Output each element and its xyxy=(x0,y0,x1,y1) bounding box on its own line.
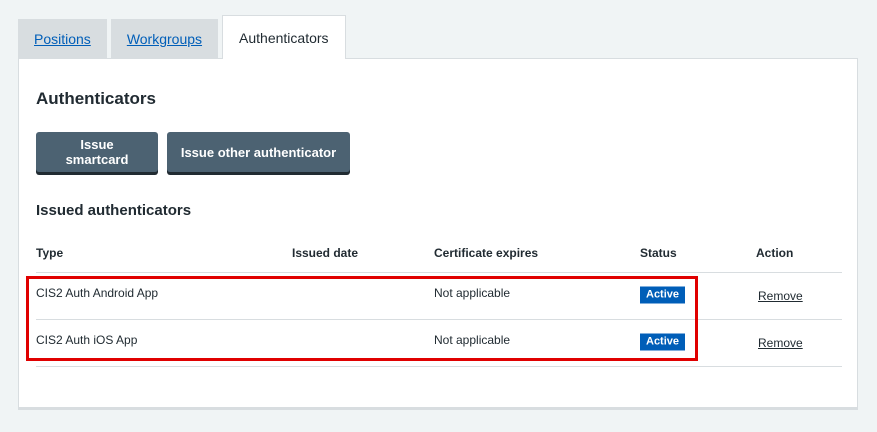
status-badge: Active xyxy=(640,333,686,351)
tab-authenticators[interactable]: Authenticators xyxy=(222,15,346,59)
certificate-expires: Not applicable xyxy=(434,333,511,347)
tab-positions[interactable]: Positions xyxy=(18,19,107,59)
column-header-status: Status xyxy=(640,246,677,260)
column-header-issued-date: Issued date xyxy=(292,246,359,260)
tab-workgroups-link[interactable]: Workgroups xyxy=(127,31,202,47)
table-row: CIS2 Auth Android App Not applicable Act… xyxy=(36,273,842,320)
authenticators-panel: Authenticators Issue smartcard Issue oth… xyxy=(18,58,858,410)
column-header-action: Action xyxy=(756,246,794,260)
status-cell: Active xyxy=(640,333,686,351)
issued-authenticators-heading: Issued authenticators xyxy=(36,202,192,219)
tab-positions-link[interactable]: Positions xyxy=(34,31,91,47)
column-header-type: Type xyxy=(36,246,64,260)
status-cell: Active xyxy=(640,286,686,304)
action-cell: Remove xyxy=(758,289,803,303)
action-cell: Remove xyxy=(758,336,803,350)
tab-workgroups[interactable]: Workgroups xyxy=(110,19,219,59)
authenticators-table: Type Issued date Certificate expires Sta… xyxy=(36,233,842,367)
remove-link[interactable]: Remove xyxy=(758,289,803,303)
certificate-expires: Not applicable xyxy=(434,286,511,300)
authenticator-type: CIS2 Auth iOS App xyxy=(36,333,138,347)
remove-link[interactable]: Remove xyxy=(758,336,803,350)
column-header-certificate-expires: Certificate expires xyxy=(434,246,539,260)
issue-smartcard-button[interactable]: Issue smartcard xyxy=(36,132,158,172)
table-header-row: Type Issued date Certificate expires Sta… xyxy=(36,233,842,273)
status-badge: Active xyxy=(640,286,686,304)
tab-authenticators-label: Authenticators xyxy=(239,29,329,46)
table-row: CIS2 Auth iOS App Not applicable Active … xyxy=(36,320,842,367)
issue-other-authenticator-button[interactable]: Issue other authenticator xyxy=(167,132,350,172)
tab-bar: Positions Workgroups Authenticators xyxy=(18,15,350,59)
page-title: Authenticators xyxy=(36,89,156,108)
authenticator-type: CIS2 Auth Android App xyxy=(36,286,159,300)
